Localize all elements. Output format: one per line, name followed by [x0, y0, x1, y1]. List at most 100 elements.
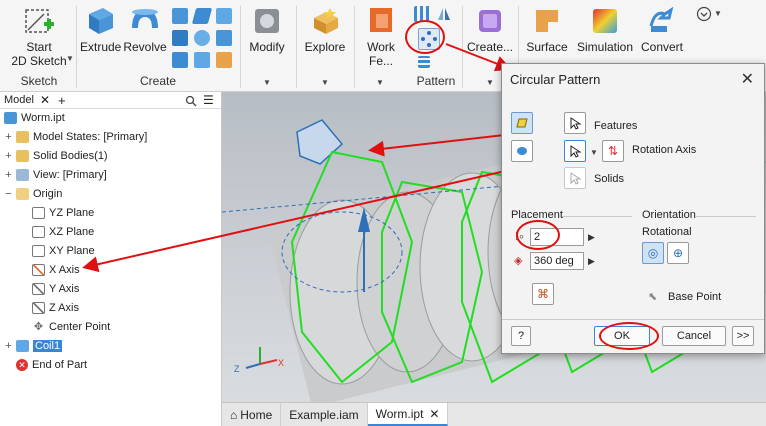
tree-item-label: Model States: [Primary] — [33, 131, 148, 143]
simulation-label: Simulation — [576, 40, 634, 54]
solids-select-button[interactable] — [564, 167, 586, 189]
cursor-arrow-icon — [570, 117, 582, 130]
simulation-button[interactable]: Simulation — [576, 4, 634, 54]
fixed-orientation-button[interactable]: ⊕ — [667, 242, 689, 264]
coil-icon[interactable] — [172, 52, 188, 68]
dialog-title: Circular Pattern — [510, 72, 601, 87]
occurrence-angle-icon: ◈ — [514, 255, 523, 267]
tree-item-label: Y Axis — [49, 283, 80, 295]
tree-item-label: Z Axis — [49, 302, 79, 314]
search-icon[interactable] — [185, 95, 197, 107]
tab-worm-ipt[interactable]: Worm.ipt ✕ — [367, 403, 449, 426]
flip-direction-button[interactable]: ⇅ — [602, 140, 624, 162]
chevron-right-icon[interactable]: ▶ — [588, 232, 595, 243]
help-button[interactable]: ? — [511, 326, 531, 346]
folder-icon — [16, 150, 29, 162]
tree-item-yz-plane[interactable]: YZ Plane — [32, 204, 94, 222]
sketch-icon — [25, 9, 54, 33]
tree-item-origin[interactable]: − Origin — [4, 185, 62, 203]
expand-icon[interactable]: + — [4, 150, 13, 162]
close-icon[interactable]: ✕ — [40, 93, 50, 107]
close-icon[interactable]: ✕ — [741, 69, 754, 89]
tree-item-z-axis[interactable]: Z Axis — [32, 299, 79, 317]
work-features-button[interactable]: Work Fe... — [356, 4, 406, 68]
chevron-down-icon[interactable]: ▼ — [66, 54, 74, 63]
expand-icon[interactable]: + — [4, 169, 13, 181]
chevron-down-icon[interactable]: ▼ — [376, 78, 384, 87]
menu-icon[interactable]: ☰ — [203, 93, 214, 107]
chevron-down-icon[interactable]: ▼ — [714, 9, 722, 18]
more-button[interactable]: >> — [732, 326, 754, 346]
sweep-icon[interactable] — [172, 8, 188, 24]
chevron-down-icon[interactable]: ▼ — [263, 78, 271, 87]
derive-icon[interactable] — [194, 30, 210, 46]
modify-label: Modify — [249, 40, 285, 54]
svg-text:X: X — [278, 358, 284, 368]
rotational-orientation-button[interactable]: ◎ — [642, 242, 664, 264]
tree-item-worm-ipt[interactable]: Worm.ipt — [4, 109, 65, 127]
work-features-label: Work Fe... — [367, 40, 395, 68]
emboss-icon[interactable] — [216, 8, 232, 24]
convert-label: Convert — [640, 40, 684, 54]
import-icon[interactable] — [194, 52, 210, 68]
axis-icon — [32, 302, 45, 314]
tree-item-xy-plane[interactable]: XY Plane — [32, 242, 95, 260]
rib-icon[interactable] — [191, 8, 213, 24]
rotation-axis-label: Rotation Axis — [632, 144, 697, 156]
decal-icon[interactable] — [216, 30, 232, 46]
extrude-button[interactable]: Extrude — [80, 4, 122, 54]
surface-button[interactable]: Surface — [522, 4, 572, 54]
chevron-right-icon[interactable]: ▶ — [588, 256, 595, 267]
modify-icon — [255, 9, 279, 33]
features-select-button[interactable] — [564, 112, 586, 134]
tree-item-model-states[interactable]: + Model States: [Primary] — [4, 128, 147, 146]
point-icon: ✥ — [33, 321, 44, 333]
modify-button[interactable]: Modify — [244, 4, 290, 54]
explore-icon — [314, 8, 338, 34]
cursor-arrow-icon[interactable]: ⬉ — [648, 290, 657, 303]
pattern-features-mode-button[interactable] — [511, 112, 533, 134]
tab-example-iam[interactable]: Example.iam — [281, 403, 368, 426]
rotation-axis-select-button[interactable] — [564, 140, 586, 162]
pattern-solids-mode-button[interactable] — [511, 140, 533, 162]
loft-icon[interactable] — [172, 30, 188, 46]
revolve-button[interactable]: Revolve — [122, 4, 168, 54]
cancel-button[interactable]: Cancel — [662, 326, 726, 346]
tree-item-solid-bodies[interactable]: + Solid Bodies(1) — [4, 147, 108, 165]
work-plane-icon — [370, 8, 392, 32]
tree-item-center-point[interactable]: ✥ Center Point — [32, 318, 110, 336]
convert-button[interactable]: Convert — [638, 4, 686, 54]
tree-item-x-axis[interactable]: X Axis — [32, 261, 80, 279]
chevron-down-icon[interactable]: ▼ — [486, 78, 494, 87]
tab-label: Worm.ipt — [375, 406, 424, 421]
mirror-icon[interactable] — [436, 6, 452, 22]
explore-button[interactable]: Explore — [300, 4, 350, 54]
start-2d-sketch-button[interactable]: Start 2D Sketch — [8, 4, 70, 68]
expand-icon[interactable]: + — [4, 131, 13, 143]
create-freeform-label: Create... — [466, 40, 514, 54]
document-tab-bar: ⌂ Home Example.iam Worm.ipt ✕ — [222, 402, 766, 426]
tree-item-xz-plane[interactable]: XZ Plane — [32, 223, 94, 241]
features-label: Features — [594, 120, 638, 132]
unwrap-icon[interactable] — [216, 52, 232, 68]
close-icon[interactable]: ✕ — [429, 407, 439, 421]
occurrence-angle-input[interactable]: 360 deg — [530, 252, 584, 270]
tree-item-view[interactable]: + View: [Primary] — [4, 166, 107, 184]
create-freeform-button[interactable]: Create... — [466, 4, 514, 54]
tree-item-end-of-part[interactable]: ✕ End of Part — [16, 356, 87, 374]
tree-item-coil1[interactable]: + Coil1 — [4, 337, 63, 355]
add-icon[interactable]: + — [58, 93, 66, 108]
tab-home[interactable]: ⌂ Home — [222, 403, 282, 426]
customize-circle-icon[interactable] — [696, 6, 712, 22]
sketch-pattern-icon[interactable] — [418, 56, 430, 68]
chevron-down-icon[interactable]: ▼ — [590, 148, 598, 157]
expand-icon[interactable]: + — [4, 340, 13, 352]
tree-item-y-axis[interactable]: Y Axis — [32, 280, 79, 298]
extrude-label: Extrude — [80, 40, 122, 54]
divider — [354, 6, 355, 88]
browser-tab-model[interactable]: Model — [4, 94, 34, 106]
collapse-icon[interactable]: − — [4, 188, 13, 200]
chevron-down-icon[interactable]: ▼ — [321, 78, 329, 87]
part-icon — [4, 112, 17, 124]
midplane-button[interactable]: ⌘ — [532, 283, 554, 305]
